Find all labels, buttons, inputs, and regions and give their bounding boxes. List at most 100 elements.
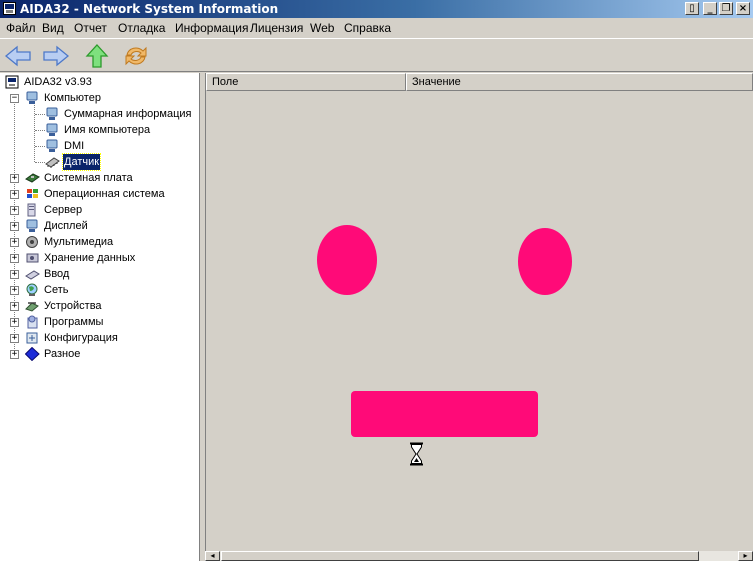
devices-icon: [25, 302, 39, 312]
tree-item-label: Имя компьютера: [64, 124, 151, 136]
tree-root[interactable]: AIDA32 v3.93: [5, 74, 195, 90]
title-bar: AIDA32 - Network System Information ▯ _ …: [0, 0, 753, 18]
tree-item-motherboard[interactable]: Системная плата: [25, 170, 195, 186]
menu-help[interactable]: Справка: [344, 21, 391, 35]
up-icon[interactable]: [83, 43, 111, 69]
menu-icon-button[interactable]: ▯: [685, 2, 699, 15]
computer-report-icon: [5, 75, 19, 89]
tree-pane[interactable]: AIDA32 v3.93 − Компьютер Суммарная инфор…: [0, 73, 200, 561]
tree-item-label-selected: Датчик: [61, 153, 102, 171]
magenta-oval-left: [317, 225, 377, 295]
hourglass-icon: [410, 442, 423, 466]
tree-item-label: Суммарная информация: [64, 108, 192, 120]
tree-item-label: DMI: [64, 140, 85, 152]
expand-toggle[interactable]: +: [10, 318, 19, 327]
expand-toggle[interactable]: +: [10, 302, 19, 311]
tree-connector: [35, 146, 45, 147]
tree-item-config[interactable]: Конфигурация: [25, 330, 195, 346]
tree-item-programs[interactable]: Программы: [25, 314, 195, 330]
diamond-icon: [25, 347, 40, 361]
tree-connector: [35, 162, 45, 163]
server-icon: [27, 203, 36, 217]
configuration-icon: [26, 332, 38, 344]
scroll-right-arrow-icon[interactable]: ▸: [738, 551, 753, 561]
tree-item-label: Программы: [44, 316, 104, 328]
motherboard-icon: [25, 173, 40, 183]
expand-toggle[interactable]: +: [10, 190, 19, 199]
tree-item-devices[interactable]: Устройства: [25, 298, 195, 314]
tree-item-label: Разное: [44, 348, 81, 360]
refresh-icon[interactable]: [122, 43, 150, 69]
tree-item-storage[interactable]: Хранение данных: [25, 250, 195, 266]
tree-item-label: Компьютер: [44, 92, 101, 104]
tree-item-label: Дисплей: [44, 220, 88, 232]
sensor-chip-icon: [45, 157, 60, 168]
computer-icon: [46, 123, 58, 136]
expand-toggle[interactable]: +: [10, 254, 19, 263]
menu-view[interactable]: Вид: [42, 21, 64, 35]
keyboard-icon: [25, 270, 40, 280]
tree-item-dmi[interactable]: DMI: [45, 138, 195, 154]
scroll-thumb[interactable]: [221, 551, 699, 561]
close-button[interactable]: ×: [736, 2, 750, 15]
menu-debug[interactable]: Отладка: [118, 21, 165, 35]
speaker-icon: [26, 236, 38, 248]
expand-toggle[interactable]: +: [10, 206, 19, 215]
collapse-toggle[interactable]: −: [10, 94, 19, 103]
forward-icon[interactable]: [42, 43, 70, 69]
menu-info[interactable]: Информация: [175, 21, 248, 35]
tree-item-misc[interactable]: Разное: [25, 346, 195, 362]
menu-web[interactable]: Web: [310, 21, 334, 35]
programs-icon: [27, 315, 38, 329]
minimize-button[interactable]: _: [703, 2, 717, 15]
expand-toggle[interactable]: +: [10, 238, 19, 247]
windows-logo-icon: [27, 189, 38, 198]
toolbar: [0, 38, 753, 72]
tree-item-server[interactable]: Сервер: [25, 202, 195, 218]
tree-item-label: Устройства: [44, 300, 102, 312]
tree-item-display[interactable]: Дисплей: [25, 218, 195, 234]
column-header-value[interactable]: Значение: [406, 73, 753, 91]
menu-report[interactable]: Отчет: [74, 21, 107, 35]
menu-bar: Файл Вид Отчет Отладка Информация Лиценз…: [0, 18, 753, 38]
maximize-button[interactable]: ❐: [719, 2, 733, 15]
menu-license[interactable]: Лицензия: [250, 21, 303, 35]
network-globe-icon: [26, 283, 38, 296]
tree-item-label: Сервер: [44, 204, 83, 216]
tree-connector: [35, 130, 45, 131]
scroll-left-arrow-icon[interactable]: ◂: [205, 551, 220, 561]
horizontal-scrollbar[interactable]: ◂ ▸: [205, 551, 753, 561]
tree-item-multimedia[interactable]: Мультимедиа: [25, 234, 195, 250]
tree-item-computer[interactable]: Компьютер: [25, 90, 195, 106]
tree-item-input[interactable]: Ввод: [25, 266, 195, 282]
tree-item-label: Операционная система: [44, 188, 165, 200]
tree-item-summary[interactable]: Суммарная информация: [45, 106, 195, 122]
tree-item-network[interactable]: Сеть: [25, 282, 195, 298]
detail-list-pane[interactable]: Поле Значение: [205, 73, 753, 561]
tree-item-label: Ввод: [44, 268, 70, 280]
menu-file[interactable]: Файл: [6, 21, 36, 35]
expand-toggle[interactable]: +: [10, 174, 19, 183]
expand-toggle[interactable]: +: [10, 334, 19, 343]
expand-toggle[interactable]: +: [10, 222, 19, 231]
tree-item-label: Сеть: [44, 284, 69, 296]
magenta-oval-right: [518, 228, 572, 295]
tree-connector: [35, 114, 45, 115]
expand-toggle[interactable]: +: [10, 286, 19, 295]
computer-icon: [46, 139, 58, 152]
hard-disk-icon: [26, 253, 39, 263]
back-icon[interactable]: [4, 43, 32, 69]
computer-icon: [26, 91, 38, 104]
column-header-field[interactable]: Поле: [206, 73, 406, 91]
tree-item-os[interactable]: Операционная система: [25, 186, 195, 202]
expand-toggle[interactable]: +: [10, 350, 19, 359]
tree-item-computer-name[interactable]: Имя компьютера: [45, 122, 195, 138]
tree-item-sensor[interactable]: Датчик: [45, 153, 195, 171]
tree-item-label: Мультимедиа: [44, 236, 114, 248]
monitor-icon: [26, 219, 38, 232]
app-icon: [3, 2, 16, 15]
tree-item-label: Системная плата: [44, 172, 133, 184]
magenta-rectangle: [351, 391, 538, 437]
tree-item-label: Конфигурация: [44, 332, 118, 344]
expand-toggle[interactable]: +: [10, 270, 19, 279]
